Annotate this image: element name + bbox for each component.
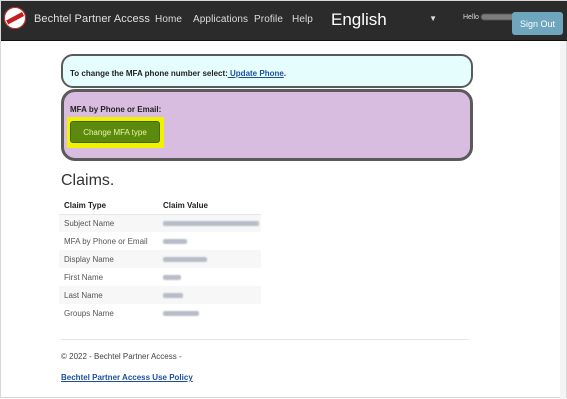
claims-table: Claim Type Claim Value Subject Name MFA … <box>59 197 261 322</box>
update-phone-period: . <box>283 69 287 78</box>
update-phone-prompt: To change the MFA phone number select: <box>70 69 228 78</box>
claim-value-redacted <box>158 232 261 250</box>
claim-type: Display Name <box>59 250 158 268</box>
claim-type: MFA by Phone or Email <box>64 236 148 246</box>
page-frame: Bechtel Partner Access Home Applications… <box>0 0 567 399</box>
use-policy-link[interactable]: Bechtel Partner Access Use Policy <box>61 373 193 382</box>
mfa-panel: MFA by Phone or Email: Change MFA type <box>61 89 473 161</box>
table-row: Subject Name <box>59 214 261 232</box>
update-phone-link[interactable]: Update Phone <box>228 69 284 78</box>
bechtel-logo-icon[interactable] <box>4 7 26 29</box>
top-navbar: Bechtel Partner Access Home Applications… <box>1 1 567 41</box>
column-header: Claim Value <box>158 197 261 215</box>
language-select[interactable]: English ▼ <box>323 9 441 31</box>
table-row: Display Name <box>59 250 261 268</box>
claim-type: Last Name <box>59 286 158 304</box>
nav-help[interactable]: Help <box>292 14 313 25</box>
nav-profile[interactable]: Profile <box>254 14 283 25</box>
table-row: Last Name <box>59 286 261 304</box>
claim-value-redacted <box>158 268 261 286</box>
chevron-down-icon: ▼ <box>429 14 437 23</box>
claim-value-redacted <box>158 304 261 322</box>
change-mfa-type-button[interactable]: Change MFA type <box>70 121 160 143</box>
update-phone-panel: To change the MFA phone number select: U… <box>61 54 473 88</box>
nav-applications[interactable]: Applications <box>193 14 248 25</box>
claim-value-redacted <box>158 250 261 268</box>
footer-divider <box>61 339 469 340</box>
claim-type: Subject Name <box>59 214 158 232</box>
table-row: MFA by Phone or Email <box>59 232 261 250</box>
claim-type: First Name <box>64 272 104 282</box>
claim-type: Groups Name <box>64 308 114 318</box>
column-header: Claim Type <box>59 197 158 215</box>
update-phone-text: To change the MFA phone number select: U… <box>70 69 286 78</box>
mfa-panel-title: MFA by Phone or Email: <box>70 105 162 114</box>
language-value: English <box>331 10 387 29</box>
hello-label: Hello <box>463 14 479 21</box>
table-row: First Name <box>59 268 261 286</box>
nav-home[interactable]: Home <box>155 14 182 25</box>
claim-value-redacted <box>158 286 261 304</box>
claim-value-redacted <box>158 214 261 232</box>
table-header-row: Claim Type Claim Value <box>59 197 261 215</box>
sign-out-button[interactable]: Sign Out <box>512 12 563 35</box>
scrollbar[interactable] <box>560 41 566 399</box>
table-row: Groups Name <box>59 304 261 322</box>
claims-heading: Claims. <box>61 172 115 189</box>
footer-copyright: © 2022 - Bechtel Partner Access - <box>61 352 182 361</box>
nav-brand[interactable]: Bechtel Partner Access <box>34 13 150 25</box>
